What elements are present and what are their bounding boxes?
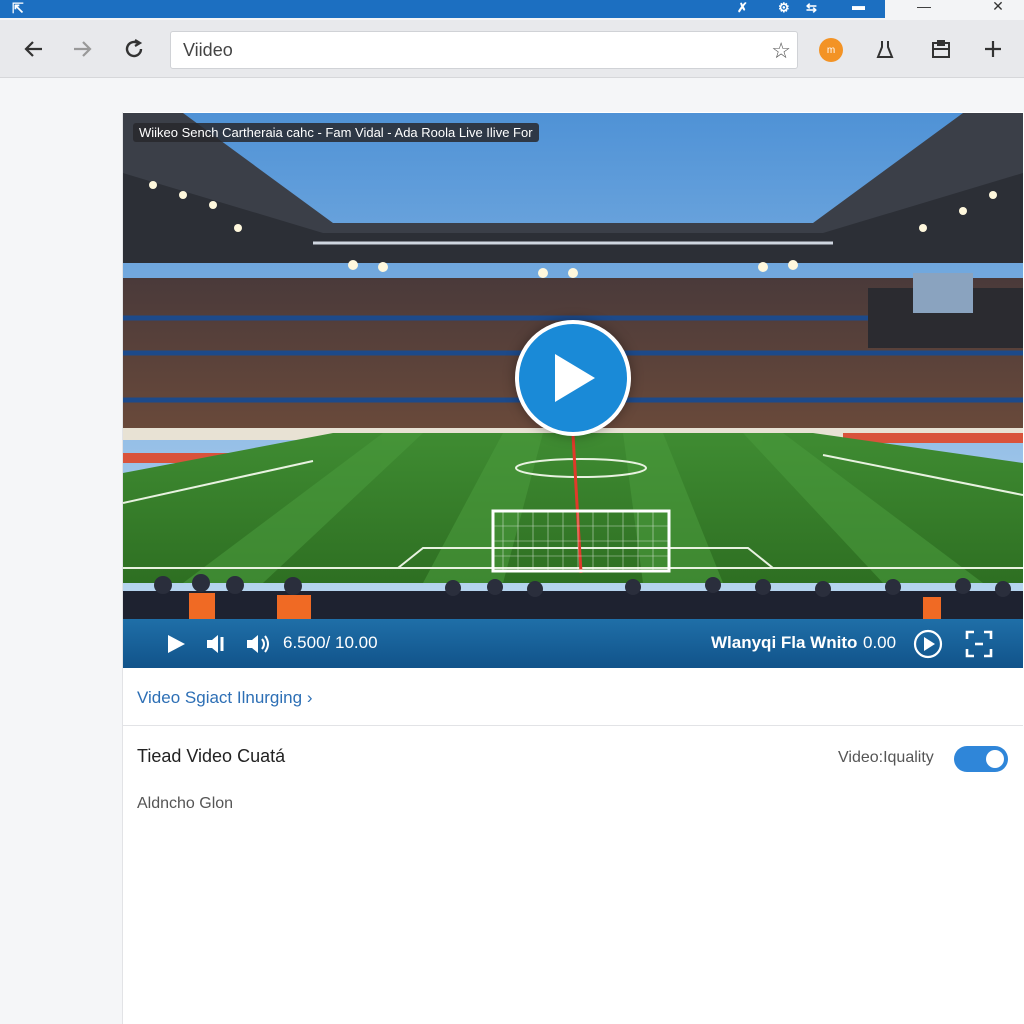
fullscreen-icon [965,630,993,658]
profile-extension-icon[interactable]: m [819,38,843,62]
browser-toolbar: ☆ m [0,20,1024,78]
forward-button[interactable] [66,33,98,65]
skip-back-button[interactable] [205,631,229,657]
quality-toggle[interactable] [954,746,1008,772]
play-icon [555,354,595,402]
play-circle-icon [913,629,943,659]
plus-icon [985,41,1001,57]
quality-time: 0.00 [863,633,897,652]
title-bar-accent: ⇱ ✗ ⚙ ⇆ ▬ [0,0,885,18]
collections-button[interactable] [926,34,956,64]
reload-icon [125,39,143,58]
back-button[interactable] [18,33,50,65]
arrow-right-icon [74,41,92,57]
reload-button[interactable] [118,33,150,65]
maximize-button[interactable]: — [904,0,944,18]
arrow-left-icon [24,41,42,57]
left-gutter [0,78,122,1024]
clipboard-icon [932,40,950,58]
title-bar: ⇱ ✗ ⚙ ⇆ ▬ — ✕ [0,0,1024,20]
extension-icon[interactable]: ⚙ [778,0,790,16]
volume-button[interactable] [245,631,271,657]
play-button[interactable] [165,631,187,657]
pin-icon[interactable]: ✗ [737,0,748,16]
video-controls-bar: 6.500/ 10.00 Wlanyqi Fla Wnito 0.00 [123,619,1023,668]
play-icon [168,635,185,653]
toggle-knob [986,750,1004,768]
flask-icon [876,41,894,58]
app-icon: ⇱ [12,0,24,16]
bookmark-star-icon[interactable]: ☆ [771,38,791,64]
share-icon[interactable]: ⇆ [806,0,817,16]
quality-label: Wlanyqi Fla Wnito [711,633,858,652]
menu-icon[interactable]: ▬ [852,0,865,13]
speaker-icon [247,635,269,653]
close-button[interactable]: ✕ [978,0,1018,18]
new-tab-button[interactable] [978,34,1008,64]
fullscreen-button[interactable] [965,630,993,658]
downloads-button[interactable] [870,34,900,64]
chevron-right-icon: › [306,688,313,707]
related-video-link[interactable]: Video Sgiact Ilnurging › [137,688,312,708]
video-title: Wiikeo Sench Cartheraia cahc - Fam Vidal… [133,123,539,142]
video-player[interactable]: Wiikeo Sench Cartheraia cahc - Fam Vidal… [123,113,1023,668]
divider [123,725,1023,726]
replay-button[interactable] [913,629,943,659]
section-title: Tiead Video Cuatá [137,746,286,766]
big-play-button[interactable] [515,320,631,436]
related-link-label: Video Sgiact Ilnurging [137,688,303,707]
volume-icon [207,635,224,653]
quality-toggle-label: Video:Iquality [838,749,934,766]
time-display: 6.500/ 10.00 [283,633,378,652]
section-subtitle: Aldncho Glon [137,795,234,812]
address-input[interactable] [183,40,743,61]
address-bar[interactable]: ☆ [170,31,798,69]
